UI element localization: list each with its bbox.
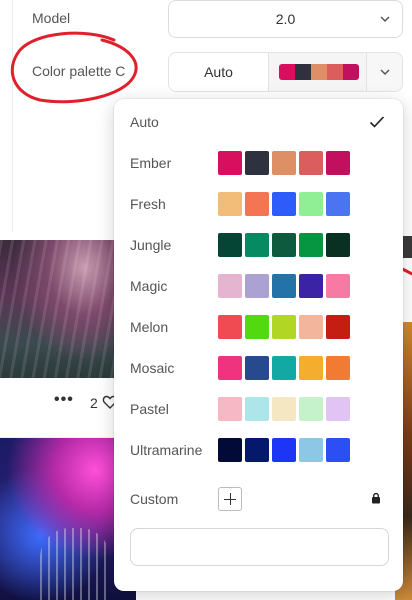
color-swatch [218, 274, 242, 298]
color-swatch [272, 356, 296, 380]
color-swatch [272, 233, 296, 257]
color-swatch [326, 356, 350, 380]
palette-swatches [218, 315, 350, 339]
palette-option-label: Fresh [130, 196, 166, 212]
preview-swatch [295, 64, 311, 80]
palette-option-jungle[interactable]: Jungle [114, 225, 403, 266]
palette-option-magic[interactable]: Magic [114, 266, 403, 307]
color-swatch [245, 356, 269, 380]
palette-option-ultramarine[interactable]: Ultramarine [114, 430, 403, 471]
palette-option-melon[interactable]: Melon [114, 307, 403, 348]
preview-swatch [327, 64, 343, 80]
color-swatch [299, 397, 323, 421]
color-swatch [218, 151, 242, 175]
palette-option-label: Jungle [130, 237, 172, 253]
palette-option-mosaic[interactable]: Mosaic [114, 348, 403, 389]
palette-swatches [218, 274, 350, 298]
palette-option-label: Ember [130, 155, 172, 171]
color-swatch [272, 151, 296, 175]
like-count: 2 [90, 395, 98, 411]
panel-divider [12, 0, 13, 232]
palette-option-label: Ultramarine [130, 442, 203, 458]
color-swatch [245, 151, 269, 175]
color-swatch [245, 438, 269, 462]
palette-option-label: Magic [130, 278, 168, 294]
model-select[interactable]: 2.0 [168, 0, 403, 38]
color-swatch [299, 356, 323, 380]
color-swatch [245, 274, 269, 298]
palette-swatches [218, 397, 350, 421]
color-swatch [272, 438, 296, 462]
palette-auto-value[interactable]: Auto [169, 53, 269, 91]
color-swatch [218, 233, 242, 257]
palette-option-fresh[interactable]: Fresh [114, 184, 403, 225]
color-swatch [299, 315, 323, 339]
color-swatch [299, 151, 323, 175]
color-palette-select[interactable]: Auto [168, 52, 403, 92]
color-swatch [299, 192, 323, 216]
color-swatch [218, 192, 242, 216]
color-swatch [272, 192, 296, 216]
preview-swatch [311, 64, 327, 80]
custom-palette-input[interactable] [130, 528, 389, 566]
chevron-down-icon [380, 69, 390, 76]
more-options-button[interactable]: ••• [54, 391, 74, 409]
color-swatch [326, 274, 350, 298]
lock-icon [372, 492, 380, 504]
preview-swatch [279, 64, 295, 80]
color-palette-label: Color palette C [32, 63, 126, 79]
palette-option-label: Melon [130, 319, 169, 335]
custom-palette-label: Custom [130, 491, 179, 507]
palette-option-pastel[interactable]: Pastel [114, 389, 403, 430]
color-swatch [299, 233, 323, 257]
palette-option-label: Pastel [130, 401, 169, 417]
chevron-down-icon [380, 16, 390, 23]
color-swatch [299, 274, 323, 298]
color-swatch [245, 233, 269, 257]
palette-option-ember[interactable]: Ember [114, 143, 403, 184]
color-swatch [245, 315, 269, 339]
palette-option-auto[interactable]: Auto [114, 102, 403, 143]
color-swatch [218, 356, 242, 380]
color-swatch [299, 438, 323, 462]
color-swatch [245, 397, 269, 421]
palette-swatches [218, 151, 350, 175]
color-swatch [326, 315, 350, 339]
custom-palette-row: Custom [114, 479, 403, 519]
model-label: Model [32, 10, 71, 26]
color-swatch [326, 397, 350, 421]
preview-swatch [343, 64, 359, 80]
color-swatch [326, 151, 350, 175]
palette-swatches [218, 438, 350, 462]
color-palette-dropdown: Auto Ember Fresh Jungle Magic Melon Mosaic Past… [114, 99, 403, 591]
color-swatch [218, 438, 242, 462]
color-swatch [272, 274, 296, 298]
model-value: 2.0 [275, 11, 296, 27]
color-swatch [326, 233, 350, 257]
color-swatch [218, 315, 242, 339]
palette-option-label: Mosaic [130, 360, 175, 376]
checkmark-icon [369, 116, 385, 128]
palette-dropdown-toggle[interactable] [366, 53, 402, 91]
palette-preview [279, 64, 359, 80]
color-swatch [326, 438, 350, 462]
palette-swatches [218, 192, 350, 216]
add-custom-color-button[interactable] [218, 487, 242, 511]
color-swatch [272, 397, 296, 421]
palette-swatches [218, 356, 350, 380]
palette-swatches [218, 233, 350, 257]
palette-option-label: Auto [130, 114, 159, 130]
color-swatch [245, 192, 269, 216]
color-swatch [272, 315, 296, 339]
color-swatch [326, 192, 350, 216]
color-swatch [218, 397, 242, 421]
